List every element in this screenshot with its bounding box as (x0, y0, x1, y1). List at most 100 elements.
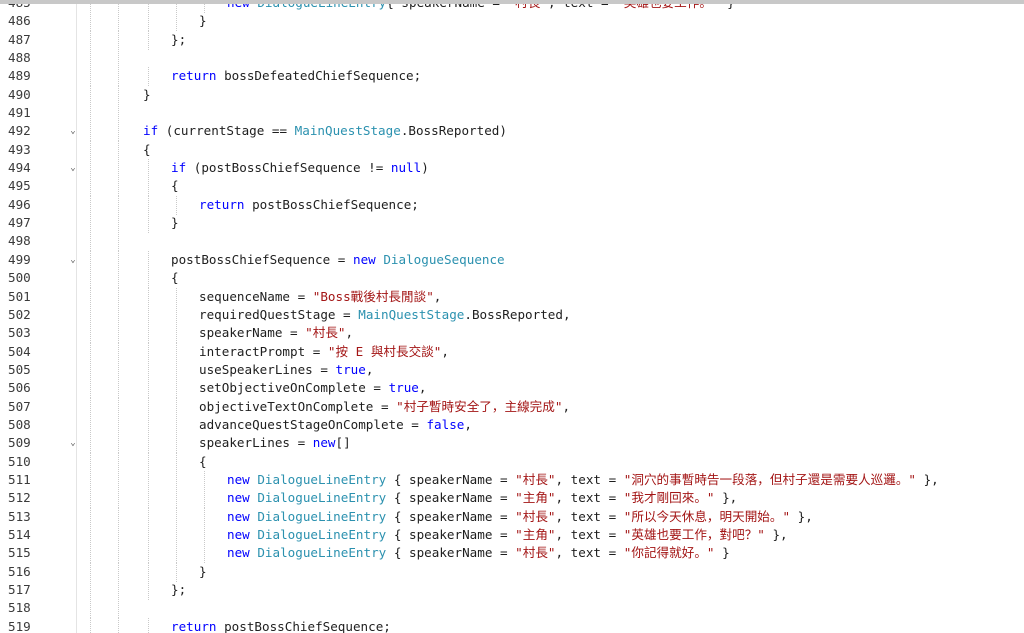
indent-guide (90, 269, 91, 289)
string-token: "你記得就好。" (623, 545, 715, 561)
line-number: 505 (8, 361, 31, 377)
code-line[interactable]: 501 sequenceName = "Boss戰後村長閒談", (0, 287, 1024, 307)
indent-guide (118, 342, 119, 362)
code-line[interactable]: 499 ⌄ postBossChiefSequence = new Dialogue… (0, 250, 1024, 270)
indent-guide (148, 581, 149, 600)
code-line[interactable]: 491 (0, 104, 1024, 124)
code-token: , text = (555, 471, 624, 487)
code-line[interactable]: 496 return postBossChiefSequence; (0, 195, 1024, 215)
line-number: 515 (8, 545, 31, 561)
indent-guide (118, 507, 119, 527)
indent-guide (90, 470, 91, 490)
code-line[interactable]: 511 new DialogueLineEntry { speakerName =… (0, 470, 1024, 490)
code-lines[interactable]: 485 new DialogueLineEntry{ speakerName = … (0, 0, 1024, 633)
code-token: requiredQuestStage = (199, 306, 359, 322)
code-line[interactable]: 505 useSpeakerLines = true, (0, 360, 1024, 380)
code-line[interactable]: 497} (0, 214, 1024, 234)
code-text: requiredQuestStage = MainQuestStage.Boss… (199, 306, 571, 324)
keyword-token: return (171, 618, 225, 633)
indent-guide (118, 214, 119, 234)
keyword-token: null (390, 160, 422, 176)
code-line[interactable]: 509 ⌄ speakerLines = new[] (0, 434, 1024, 454)
line-number: 498 (8, 233, 31, 249)
code-line[interactable]: 502 requiredQuestStage = MainQuestStage.B… (0, 305, 1024, 325)
code-line[interactable]: 517}; (0, 581, 1024, 600)
code-token: , (345, 325, 354, 341)
line-number: 500 (8, 270, 31, 286)
code-line[interactable]: 508 advanceQuestStageOnComplete = false, (0, 415, 1024, 435)
code-editor[interactable]: 485 new DialogueLineEntry{ speakerName = … (0, 0, 1024, 633)
code-line[interactable]: 498 (0, 232, 1024, 252)
fold-chevron-icon[interactable]: ⌄ (68, 122, 78, 140)
type-token: DialogueLineEntry (257, 490, 387, 506)
code-token: , (433, 288, 442, 304)
code-line[interactable]: 507 objectiveTextOnComplete = "村子暫時安全了，主線… (0, 397, 1024, 417)
line-number: 510 (8, 453, 31, 469)
indent-guide (148, 397, 149, 417)
indent-guide (148, 324, 149, 344)
indent-guide (176, 379, 177, 399)
line-number: 502 (8, 306, 31, 322)
code-token: } (714, 545, 730, 561)
string-token: "村長" (305, 325, 346, 341)
indent-guide (148, 452, 149, 472)
code-text: new DialogueLineEntry { speakerName = "主… (227, 489, 737, 507)
code-line[interactable]: 519 return postBossChiefSequence; (0, 617, 1024, 633)
code-line[interactable]: 516} (0, 562, 1024, 582)
code-line[interactable]: 515 new DialogueLineEntry { speakerName =… (0, 544, 1024, 564)
code-line[interactable]: 494 ⌄ if (postBossChiefSequence != null) (0, 159, 1024, 179)
indent-guide (118, 269, 119, 289)
indent-guide (176, 415, 177, 435)
code-line[interactable]: 495 { (0, 177, 1024, 197)
code-token: }, (916, 471, 939, 487)
line-number: 495 (8, 178, 31, 194)
indent-guide (90, 104, 91, 124)
code-token: interactPrompt = (199, 343, 328, 359)
indent-guide (176, 434, 177, 454)
code-line[interactable]: 504 interactPrompt = "按 E 與村長交談", (0, 342, 1024, 362)
indent-guide (90, 232, 91, 252)
indent-guide (118, 581, 119, 600)
code-line[interactable]: 486} (0, 12, 1024, 32)
keyword-token: new (227, 490, 258, 506)
code-token: { speakerName = (386, 471, 516, 487)
code-token: { (171, 178, 179, 194)
code-token: (postBossChiefSequence != (193, 160, 391, 176)
indent-guide (176, 287, 177, 307)
code-line[interactable]: 503 speakerName = "村長", (0, 324, 1024, 344)
code-line[interactable]: 513 new DialogueLineEntry { speakerName =… (0, 507, 1024, 527)
type-token: MainQuestStage (294, 123, 401, 139)
code-token: } (143, 86, 151, 102)
string-token: "村長" (515, 545, 556, 561)
indent-guide (118, 599, 119, 619)
indent-guide (204, 489, 205, 509)
indent-guide (176, 507, 177, 527)
code-line[interactable]: 506 setObjectiveOnComplete = true, (0, 379, 1024, 399)
indent-guide (90, 525, 91, 545)
code-line[interactable]: 512 new DialogueLineEntry { speakerName =… (0, 489, 1024, 509)
code-line[interactable]: 489 return bossDefeatedChiefSequence; (0, 67, 1024, 87)
code-line[interactable]: 490} (0, 85, 1024, 105)
code-line[interactable]: 487}; (0, 30, 1024, 50)
code-token: } (171, 215, 179, 231)
code-token: postBossChiefSequence; (224, 618, 391, 633)
code-token: { speakerName = (386, 490, 516, 506)
indent-guide (118, 30, 119, 50)
code-line[interactable]: 514 new DialogueLineEntry { speakerName =… (0, 525, 1024, 545)
code-line[interactable]: 518 (0, 599, 1024, 619)
line-number: 513 (8, 508, 31, 524)
string-token: "Boss戰後村長閒談" (312, 288, 434, 304)
code-line[interactable]: 500 { (0, 269, 1024, 289)
code-line[interactable]: 492 ⌄ if (currentStage == MainQuestStage.B… (0, 122, 1024, 142)
code-line[interactable]: 493 { (0, 140, 1024, 160)
fold-chevron-icon[interactable]: ⌄ (68, 434, 78, 452)
code-token: sequenceName = (199, 288, 313, 304)
fold-chevron-icon[interactable]: ⌄ (68, 159, 78, 177)
fold-chevron-icon[interactable]: ⌄ (68, 251, 78, 269)
code-token: .BossReported, (464, 306, 571, 322)
indent-guide (90, 544, 91, 564)
code-line[interactable]: 510 { (0, 452, 1024, 472)
code-line[interactable]: 488 (0, 49, 1024, 69)
keyword-token: new (227, 545, 258, 561)
code-token: postBossChiefSequence; (252, 196, 419, 212)
